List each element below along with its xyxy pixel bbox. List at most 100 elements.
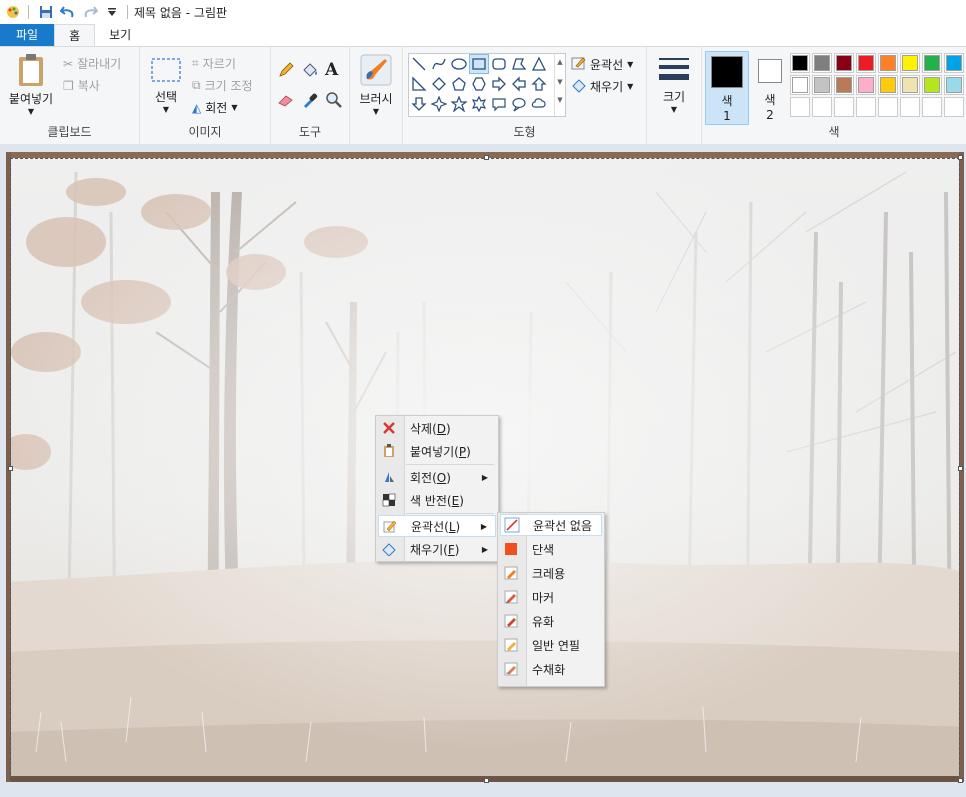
color-swatch[interactable] — [834, 53, 854, 73]
outline-option-solid[interactable]: 단색 — [500, 538, 602, 560]
brushes-button[interactable]: 브러시 ▼ — [354, 53, 398, 116]
color-swatch[interactable] — [856, 75, 876, 95]
resize-handle-bottom[interactable] — [484, 778, 489, 783]
menu-item-fill[interactable]: 채우기(F) ▶ — [378, 538, 496, 560]
menu-item-paste[interactable]: 붙여넣기(P) — [378, 440, 496, 462]
color-swatch[interactable] — [812, 75, 832, 95]
divider — [28, 5, 29, 19]
color-swatch[interactable] — [834, 75, 854, 95]
scroll-down-icon[interactable]: ▼ — [555, 78, 565, 86]
menu-item-rotate[interactable]: 회전(O) ▶ — [378, 466, 496, 488]
resize-handle-bottom-right[interactable] — [958, 778, 963, 783]
color-swatch[interactable] — [900, 75, 920, 95]
triangle-shape-icon[interactable] — [529, 54, 549, 74]
curve-shape-icon[interactable] — [429, 54, 449, 74]
custom-color-slot[interactable] — [834, 97, 854, 117]
expand-gallery-icon[interactable]: ▼ — [555, 96, 565, 104]
polygon-shape-icon[interactable] — [509, 54, 529, 74]
title-bar: 제목 없음 - 그림판 — [0, 0, 966, 24]
cut-button[interactable]: ✂ 잘라내기 — [63, 55, 121, 72]
outline-option-marker[interactable]: 마커 — [500, 586, 602, 608]
outline-option-crayon[interactable]: 크레용 — [500, 562, 602, 584]
arrow-down-shape-icon[interactable] — [409, 94, 429, 114]
outline-option-oil[interactable]: 유화 — [500, 610, 602, 632]
pentagon-shape-icon[interactable] — [449, 74, 469, 94]
four-point-star-shape-icon[interactable] — [429, 94, 449, 114]
resize-button[interactable]: ⧉ 크기 조정 — [192, 77, 253, 94]
resize-handle-top[interactable] — [484, 155, 489, 160]
tab-view[interactable]: 보기 — [95, 24, 145, 46]
rectangle-shape-icon[interactable] — [469, 54, 489, 74]
custom-color-slot[interactable] — [900, 97, 920, 117]
eraser-icon[interactable] — [277, 91, 295, 112]
rounded-rectangle-shape-icon[interactable] — [489, 54, 509, 74]
custom-color-slot[interactable] — [856, 97, 876, 117]
arrow-right-shape-icon[interactable] — [489, 74, 509, 94]
paste-button[interactable]: 붙여넣기 ▼ — [6, 53, 56, 116]
color-swatch-fill — [792, 77, 808, 93]
shapes-scrollbar[interactable]: ▲ ▼ ▼ — [554, 54, 565, 116]
resize-handle-left[interactable] — [8, 466, 13, 471]
arrow-up-shape-icon[interactable] — [529, 74, 549, 94]
paint-app-icon[interactable] — [4, 3, 22, 21]
menu-item-outline[interactable]: 윤곽선(L) ▶ — [378, 515, 496, 537]
rotate-button[interactable]: ◭ 회전 ▼ — [192, 99, 237, 116]
color-swatch[interactable] — [878, 75, 898, 95]
crop-button[interactable]: ⌗ 자르기 — [192, 55, 236, 72]
hexagon-shape-icon[interactable] — [469, 74, 489, 94]
color-swatch[interactable] — [790, 75, 810, 95]
color-swatch[interactable] — [922, 75, 942, 95]
redo-icon[interactable] — [81, 3, 99, 21]
menu-item-delete[interactable]: 삭제(D) — [378, 417, 496, 439]
cloud-callout-shape-icon[interactable] — [529, 94, 549, 114]
color-swatch[interactable] — [900, 53, 920, 73]
select-button[interactable]: 선택 ▼ — [146, 57, 186, 114]
five-point-star-shape-icon[interactable] — [449, 94, 469, 114]
custom-color-slot[interactable] — [878, 97, 898, 117]
shape-fill-button[interactable]: 채우기 ▼ — [571, 77, 633, 96]
outline-option-none[interactable]: 윤곽선 없음 — [500, 514, 602, 536]
color2-button[interactable]: 색 2 — [749, 51, 791, 123]
color-swatch[interactable] — [922, 53, 942, 73]
custom-color-slot[interactable] — [812, 97, 832, 117]
tab-file[interactable]: 파일 — [0, 24, 55, 46]
save-icon[interactable] — [37, 3, 55, 21]
scroll-up-icon[interactable]: ▲ — [555, 58, 565, 66]
pencil-icon[interactable] — [277, 61, 295, 82]
outline-option-watercolor[interactable]: 수채화 — [500, 658, 602, 680]
magnifier-icon[interactable] — [325, 91, 343, 112]
custom-color-slot[interactable] — [922, 97, 942, 117]
color-swatch[interactable] — [944, 75, 964, 95]
customize-quick-access-icon[interactable] — [103, 3, 121, 21]
color-swatch[interactable] — [812, 53, 832, 73]
color1-button[interactable]: 색 1 — [705, 51, 749, 125]
diamond-shape-icon[interactable] — [429, 74, 449, 94]
six-point-star-shape-icon[interactable] — [469, 94, 489, 114]
shape-outline-button[interactable]: 윤곽선 ▼ — [571, 55, 633, 74]
size-button[interactable]: 크기 ▼ — [651, 55, 697, 114]
arrow-left-shape-icon[interactable] — [509, 74, 529, 94]
custom-color-slot[interactable] — [944, 97, 964, 117]
line-shape-icon[interactable] — [409, 54, 429, 74]
color-swatch[interactable] — [856, 53, 876, 73]
color-picker-icon[interactable] — [301, 91, 319, 112]
right-triangle-shape-icon[interactable] — [409, 74, 429, 94]
color-swatch[interactable] — [878, 53, 898, 73]
oval-callout-shape-icon[interactable] — [509, 94, 529, 114]
undo-icon[interactable] — [59, 3, 77, 21]
submenu-item-label: 윤곽선 없음 — [533, 518, 593, 533]
color-swatch-fill — [924, 55, 940, 71]
resize-handle-right[interactable] — [958, 466, 963, 471]
tab-home[interactable]: 홈 — [54, 24, 96, 47]
color-swatch[interactable] — [944, 53, 964, 73]
copy-button[interactable]: ❐ 복사 — [63, 77, 100, 94]
oval-shape-icon[interactable] — [449, 54, 469, 74]
outline-option-pencil[interactable]: 일반 연필 — [500, 634, 602, 656]
color-swatch[interactable] — [790, 53, 810, 73]
menu-item-invert-color[interactable]: 색 반전(E) — [378, 489, 496, 511]
rounded-callout-shape-icon[interactable] — [489, 94, 509, 114]
custom-color-slot[interactable] — [790, 97, 810, 117]
resize-handle-top-right[interactable] — [958, 155, 963, 160]
text-tool-icon[interactable]: A — [325, 60, 338, 80]
fill-bucket-icon[interactable] — [301, 61, 319, 82]
